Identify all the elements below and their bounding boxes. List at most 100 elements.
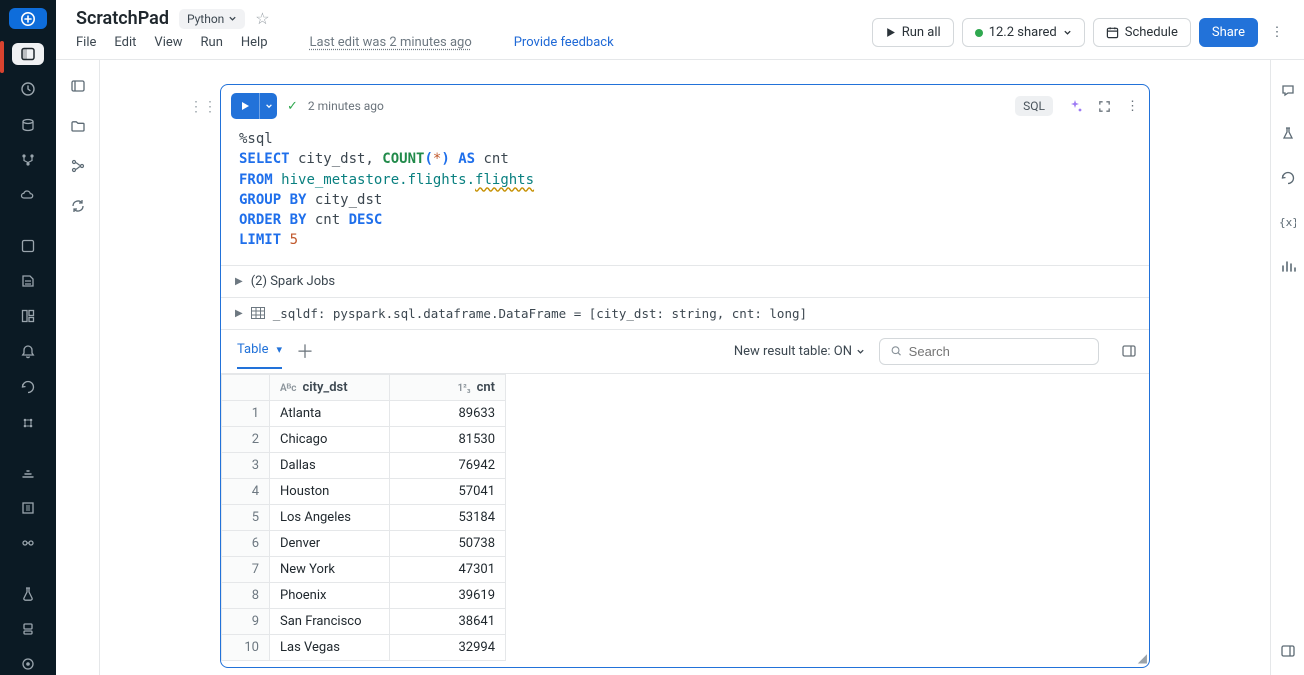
drag-handle-icon[interactable]: ⋮⋮ [189,99,217,115]
table-row[interactable]: 5 Los Angeles 53184 [222,504,506,530]
workspace-icon[interactable] [12,43,44,64]
row-number: 7 [222,556,270,582]
table-row[interactable]: 9 San Francisco 38641 [222,608,506,634]
cell-city: Denver [270,530,390,556]
table-row[interactable]: 10 Las Vegas 32994 [222,634,506,660]
cell-cnt: 50738 [390,530,506,556]
dataframe-info-row[interactable]: ▶ _sqldf: pyspark.sql.dataframe.DataFram… [221,297,1149,329]
chevron-down-icon[interactable]: ▾ [276,343,282,356]
history-icon[interactable] [12,377,44,398]
experiments-icon[interactable] [12,583,44,604]
pipelines-icon[interactable] [12,533,44,554]
cell-cnt: 81530 [390,426,506,452]
column-header-cnt[interactable]: 1²₃cnt [390,374,506,400]
expand-triangle-icon[interactable]: ▶ [235,308,243,319]
table-row[interactable]: 6 Denver 50738 [222,530,506,556]
cell-language-pill[interactable]: SQL [1015,96,1053,116]
cell-more-icon[interactable]: ⋮ [1126,99,1139,114]
toggle-panel-icon[interactable] [1121,343,1137,359]
refresh-icon[interactable] [68,196,88,216]
assistant-icon[interactable] [1067,98,1083,114]
code-cell[interactable]: ⋮⋮ ✓ 2 minutes ago SQL ⋮ %sql SELECT cit… [220,84,1150,668]
models-icon[interactable] [12,618,44,639]
run-options-dropdown[interactable] [259,93,277,119]
table-row[interactable]: 7 New York 47301 [222,556,506,582]
cell-cnt: 32994 [390,634,506,660]
table-row[interactable]: 1 Atlanta 89633 [222,400,506,426]
row-number: 4 [222,478,270,504]
outline-icon[interactable] [68,76,88,96]
notebook-canvas: ⋮⋮ ✓ 2 minutes ago SQL ⋮ %sql SELECT cit… [100,60,1270,675]
alerts-icon[interactable] [12,341,44,362]
spark-jobs-row[interactable]: ▶ (2) Spark Jobs [221,265,1149,297]
search-input[interactable] [879,338,1099,365]
column-header-city[interactable]: Aᴮccity_dst [270,374,390,400]
compute-icon[interactable] [12,185,44,206]
workflows-icon[interactable] [12,150,44,171]
schedule-button[interactable]: Schedule [1093,18,1191,47]
tab-table[interactable]: Table ▾ [237,342,282,369]
code-editor[interactable]: %sql SELECT city_dst, COUNT(*) AS cnt FR… [221,125,1149,265]
share-button[interactable]: Share [1199,18,1258,47]
favorite-star-icon[interactable]: ☆ [255,9,269,28]
more-menu-icon[interactable]: ⋮ [1266,25,1288,40]
cell-city: Dallas [270,452,390,478]
recents-icon[interactable] [12,79,44,100]
queries-icon[interactable] [12,270,44,291]
row-number-header[interactable] [222,374,270,400]
cell-execution-time: 2 minutes ago [308,99,384,113]
collapse-right-icon[interactable] [1278,641,1298,661]
row-number: 1 [222,400,270,426]
tree-icon[interactable] [68,156,88,176]
dataframe-icon [251,307,265,319]
expand-triangle-icon[interactable]: ▶ [235,276,243,287]
right-rail: {x} [1270,60,1304,675]
editor-gutter [56,60,100,675]
row-number: 9 [222,608,270,634]
status-check-icon: ✓ [287,99,298,114]
row-number: 3 [222,452,270,478]
run-cell-button[interactable] [231,93,277,119]
notebook-title[interactable]: ScratchPad [76,8,169,29]
cell-city: Houston [270,478,390,504]
create-button[interactable] [9,8,47,29]
table-row[interactable]: 2 Chicago 81530 [222,426,506,452]
cluster-dropdown[interactable]: 12.2 shared [962,18,1085,47]
delta-tables-icon[interactable] [12,497,44,518]
resize-handle-icon[interactable]: ◢ [1138,651,1147,665]
charts-icon[interactable] [1278,256,1298,276]
result-table-toggle[interactable]: New result table: ON [734,344,865,367]
run-all-button[interactable]: Run all [872,18,954,47]
last-edit-link[interactable]: Last edit was 2 minutes ago [310,35,472,50]
comments-icon[interactable] [1278,80,1298,100]
cell-cnt: 38641 [390,608,506,634]
data-ingestion-icon[interactable] [12,462,44,483]
cell-cnt: 53184 [390,504,506,530]
language-dropdown[interactable]: Python [179,9,245,29]
catalog-icon[interactable] [12,114,44,135]
menu-view[interactable]: View [154,35,182,50]
cell-city: Chicago [270,426,390,452]
menu-help[interactable]: Help [241,35,268,50]
cell-toolbar: ✓ 2 minutes ago SQL ⋮ [221,85,1149,125]
revision-history-icon[interactable] [1278,168,1298,188]
cluster-status-indicator [975,29,983,37]
warehouses-icon[interactable] [12,412,44,433]
feature-store-icon[interactable] [12,654,44,675]
sql-editor-icon[interactable] [12,235,44,256]
folder-icon[interactable] [68,116,88,136]
feedback-link[interactable]: Provide feedback [514,35,614,50]
add-tab-button[interactable]: ＋ [296,338,314,372]
cell-city: New York [270,556,390,582]
result-table: Aᴮccity_dst 1²₃cnt 1 Atlanta 896332 Chic… [221,374,1149,667]
expand-icon[interactable] [1097,99,1112,114]
mlflow-icon[interactable] [1278,124,1298,144]
variables-icon[interactable]: {x} [1278,212,1298,232]
menu-edit[interactable]: Edit [114,35,136,50]
table-row[interactable]: 3 Dallas 76942 [222,452,506,478]
menu-file[interactable]: File [76,35,96,50]
table-row[interactable]: 8 Phoenix 39619 [222,582,506,608]
dashboards-icon[interactable] [12,306,44,327]
table-row[interactable]: 4 Houston 57041 [222,478,506,504]
menu-run[interactable]: Run [201,35,223,50]
